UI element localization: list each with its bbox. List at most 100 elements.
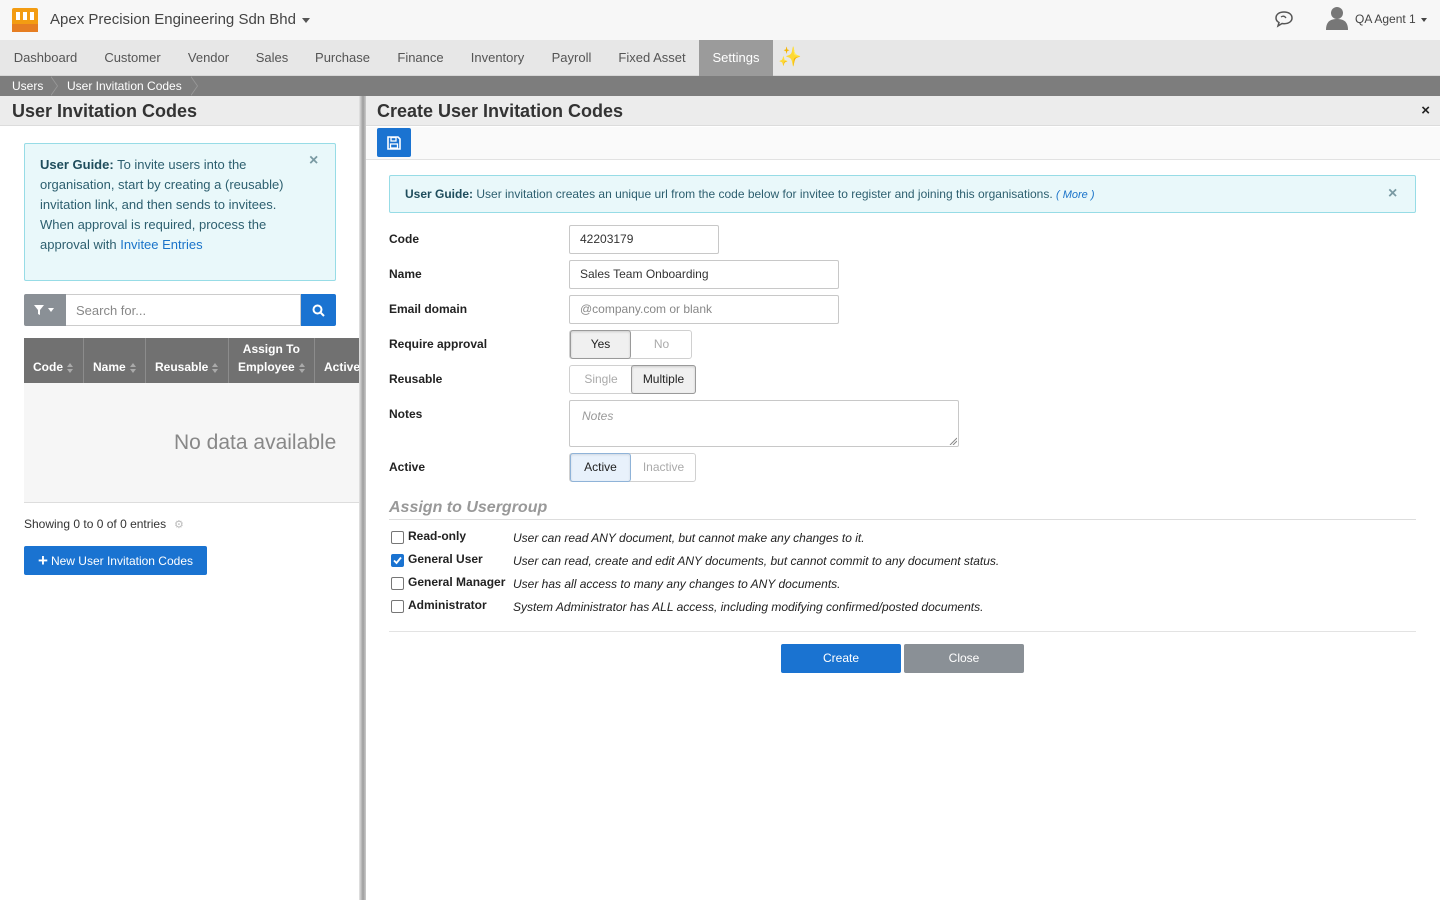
usergroup-row: Administrator System Administrator has A… bbox=[389, 597, 1416, 617]
save-button[interactable] bbox=[377, 128, 411, 157]
close-button[interactable]: Close bbox=[904, 644, 1024, 673]
column-divider bbox=[83, 338, 84, 383]
nav-purchase[interactable]: Purchase bbox=[301, 40, 384, 76]
usergroup-checkbox-administrator[interactable] bbox=[391, 600, 404, 613]
name-label: Name bbox=[389, 267, 422, 281]
nav-fixed-asset[interactable]: Fixed Asset bbox=[605, 40, 699, 76]
column-divider bbox=[145, 338, 146, 383]
column-divider bbox=[314, 338, 315, 383]
notes-label: Notes bbox=[389, 407, 423, 421]
user-avatar-icon[interactable] bbox=[1326, 6, 1348, 30]
usergroup-description: System Administrator has ALL access, inc… bbox=[513, 600, 984, 614]
user-guide-text: User Guide: To invite users into the org… bbox=[40, 155, 290, 255]
usergroup-name: Read-only bbox=[408, 529, 467, 543]
reusable-multiple-option[interactable]: Multiple bbox=[631, 365, 696, 394]
sparkle-icon[interactable]: ✨ bbox=[778, 45, 802, 69]
column-reusable-label: Reusable bbox=[155, 360, 209, 374]
column-code-label: Code bbox=[33, 360, 63, 374]
plus-icon: + bbox=[38, 551, 48, 570]
app-logo-icon[interactable] bbox=[12, 8, 38, 32]
nav-dashboard[interactable]: Dashboard bbox=[0, 40, 91, 76]
form-panel-header: Create User Invitation Codes × bbox=[366, 96, 1440, 126]
usergroup-row: Read-only User can read ANY document, bu… bbox=[389, 528, 1416, 548]
form-footer-divider bbox=[389, 631, 1416, 632]
chevron-down-icon bbox=[302, 17, 310, 23]
close-icon[interactable]: × bbox=[309, 152, 318, 170]
require-approval-label: Require approval bbox=[389, 337, 488, 351]
chat-icon[interactable] bbox=[1274, 9, 1294, 29]
create-button[interactable]: Create bbox=[781, 644, 901, 673]
nav-finance[interactable]: Finance bbox=[384, 40, 457, 76]
user-guide-label: User Guide: bbox=[40, 157, 114, 172]
form-panel: Create User Invitation Codes × User Guid… bbox=[366, 96, 1440, 900]
usergroup-section-title: Assign to Usergroup bbox=[389, 499, 548, 516]
list-panel: User Invitation Codes User Guide: To inv… bbox=[0, 96, 360, 900]
user-guide-box: User Guide: To invite users into the org… bbox=[24, 143, 336, 281]
column-code[interactable]: Code bbox=[33, 358, 73, 376]
nav-customer[interactable]: Customer bbox=[91, 40, 174, 76]
column-assign-employee[interactable]: Assign To Employee bbox=[238, 340, 305, 376]
form-title: Create User Invitation Codes bbox=[377, 101, 624, 121]
main-nav: Dashboard Customer Vendor Sales Purchase… bbox=[0, 40, 1440, 76]
company-name: Apex Precision Engineering Sdn Bhd bbox=[50, 11, 296, 28]
resize-handle-icon[interactable] bbox=[949, 437, 957, 445]
column-assign-label-2: Employee bbox=[238, 360, 295, 374]
table-info: Showing 0 to 0 of 0 entries bbox=[24, 517, 167, 531]
form-toolbar bbox=[366, 127, 1440, 160]
close-icon[interactable]: × bbox=[1421, 102, 1430, 119]
breadcrumb: Users User Invitation Codes bbox=[0, 76, 1440, 96]
breadcrumb-separator-inner bbox=[50, 76, 57, 96]
usergroup-description: User can read ANY document, but cannot m… bbox=[513, 531, 865, 545]
save-icon bbox=[387, 136, 401, 150]
close-icon[interactable]: × bbox=[1388, 185, 1397, 203]
reusable-label: Reusable bbox=[389, 372, 443, 386]
breadcrumb-users[interactable]: Users bbox=[12, 76, 43, 96]
more-link[interactable]: ( More ) bbox=[1056, 189, 1095, 201]
gear-icon[interactable]: ⚙ bbox=[174, 518, 184, 531]
table-header: Code Name Reusable Assign To Employee Act… bbox=[24, 338, 360, 383]
reusable-single-option[interactable]: Single bbox=[570, 366, 632, 393]
name-input[interactable]: Sales Team Onboarding bbox=[569, 260, 839, 289]
nav-inventory[interactable]: Inventory bbox=[457, 40, 538, 76]
nav-settings[interactable]: Settings bbox=[699, 40, 773, 76]
search-button[interactable] bbox=[301, 294, 336, 326]
active-option[interactable]: Active bbox=[570, 453, 631, 482]
section-divider bbox=[389, 519, 1416, 520]
new-invitation-button[interactable]: + New User Invitation Codes bbox=[24, 546, 207, 575]
user-name: QA Agent 1 bbox=[1355, 12, 1416, 26]
code-input[interactable]: 42203179 bbox=[569, 225, 719, 254]
column-reusable[interactable]: Reusable bbox=[155, 358, 219, 376]
filter-icon bbox=[34, 305, 54, 315]
filter-button[interactable] bbox=[24, 294, 66, 326]
sort-icon bbox=[212, 362, 219, 373]
search-input[interactable] bbox=[66, 294, 301, 326]
company-selector[interactable]: Apex Precision Engineering Sdn Bhd bbox=[50, 11, 310, 28]
user-menu[interactable]: QA Agent 1 bbox=[1355, 12, 1427, 26]
nav-vendor[interactable]: Vendor bbox=[174, 40, 243, 76]
chevron-down-icon bbox=[1420, 17, 1427, 22]
usergroup-description: User has all access to many any changes … bbox=[513, 577, 841, 591]
usergroup-checkbox-general-manager[interactable] bbox=[391, 577, 404, 590]
email-domain-input[interactable]: @company.com or blank bbox=[569, 295, 839, 324]
notes-textarea[interactable]: Notes bbox=[569, 400, 959, 447]
active-toggle: Active Inactive bbox=[569, 453, 696, 482]
usergroup-name: General Manager bbox=[408, 575, 506, 589]
breadcrumb-current[interactable]: User Invitation Codes bbox=[67, 76, 182, 96]
inactive-option[interactable]: Inactive bbox=[631, 454, 696, 481]
invitee-entries-link[interactable]: Invitee Entries bbox=[120, 237, 202, 252]
form-guide-text: User Guide: User invitation creates an u… bbox=[405, 187, 1095, 201]
approval-no-option[interactable]: No bbox=[631, 331, 692, 358]
approval-yes-option[interactable]: Yes bbox=[570, 330, 631, 359]
column-active[interactable]: Active bbox=[324, 358, 360, 376]
search-icon bbox=[312, 304, 325, 317]
usergroup-name: General User bbox=[408, 552, 483, 566]
usergroup-checkbox-read-only[interactable] bbox=[391, 531, 404, 544]
nav-payroll[interactable]: Payroll bbox=[538, 40, 605, 76]
nav-sales[interactable]: Sales bbox=[243, 40, 301, 76]
column-name-label: Name bbox=[93, 360, 126, 374]
reusable-toggle: Single Multiple bbox=[569, 365, 696, 394]
usergroup-name: Administrator bbox=[408, 598, 487, 612]
column-name[interactable]: Name bbox=[93, 358, 136, 376]
active-label: Active bbox=[389, 460, 426, 474]
usergroup-checkbox-general-user[interactable] bbox=[391, 554, 404, 567]
